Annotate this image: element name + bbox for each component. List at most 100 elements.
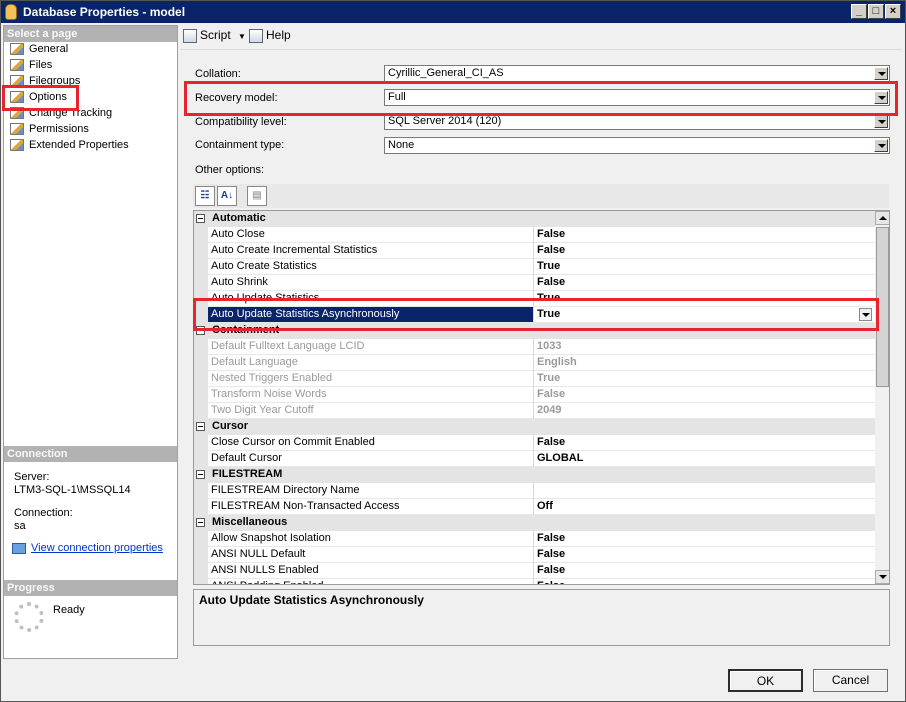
category-row[interactable]: Miscellaneous xyxy=(194,515,876,531)
property-row[interactable]: ANSI NULL Default False xyxy=(194,547,876,563)
view-connection-properties-link[interactable]: View connection properties xyxy=(12,542,163,554)
property-value[interactable] xyxy=(534,483,876,499)
collapse-icon[interactable] xyxy=(196,518,205,527)
property-value[interactable]: True xyxy=(534,259,876,275)
property-value[interactable]: False xyxy=(534,531,876,547)
page-item-files[interactable]: Files xyxy=(10,59,52,74)
progress-status: Ready xyxy=(53,604,85,616)
window-title: Database Properties - model xyxy=(23,5,186,19)
select-page-header: Select a page xyxy=(4,26,177,42)
property-value[interactable]: False xyxy=(534,275,876,291)
property-value[interactable]: False xyxy=(534,547,876,563)
property-description: Auto Update Statistics Asynchronously xyxy=(193,589,890,646)
other-options-label: Other options: xyxy=(195,164,265,176)
row-gutter xyxy=(194,403,208,419)
property-name: FILESTREAM Directory Name xyxy=(208,483,534,499)
compatibility-level-label: Compatibility level: xyxy=(195,116,287,128)
chevron-down-icon[interactable] xyxy=(874,139,888,152)
property-value-text: 1033 xyxy=(537,340,562,352)
category-label: Cursor xyxy=(212,420,249,432)
property-row[interactable]: FILESTREAM Non-Transacted Access Off xyxy=(194,499,876,515)
property-value[interactable]: False xyxy=(534,227,876,243)
collapse-icon[interactable] xyxy=(196,422,205,431)
property-name: FILESTREAM Non-Transacted Access xyxy=(208,499,534,515)
page-item-extended-properties[interactable]: Extended Properties xyxy=(10,139,129,154)
category-row[interactable]: Cursor xyxy=(194,419,876,435)
scroll-down-icon[interactable] xyxy=(875,570,889,584)
property-row[interactable]: Two Digit Year Cutoff 2049 xyxy=(194,403,876,419)
row-gutter xyxy=(194,275,208,291)
row-gutter xyxy=(194,355,208,371)
toolbar: Script ▼ Help xyxy=(181,25,901,47)
page-item-permissions[interactable]: Permissions xyxy=(10,123,89,138)
maximize-button[interactable]: □ xyxy=(868,4,884,19)
property-row[interactable]: Default Language English xyxy=(194,355,876,371)
property-value-text: False xyxy=(537,532,566,544)
property-row[interactable]: FILESTREAM Directory Name xyxy=(194,483,876,499)
containment-type-value: None xyxy=(388,139,415,151)
property-name: Auto Close xyxy=(208,227,534,243)
property-value[interactable]: False xyxy=(534,243,876,259)
property-row[interactable]: Default Fulltext Language LCID 1033 xyxy=(194,339,876,355)
property-row[interactable]: ANSI Padding EnabledFalse xyxy=(194,579,876,584)
row-gutter xyxy=(194,259,208,275)
property-row[interactable]: Auto Shrink False xyxy=(194,275,876,291)
categorized-view-icon[interactable]: ☷ xyxy=(195,186,215,206)
chevron-down-icon[interactable] xyxy=(874,67,888,80)
property-name: Default Fulltext Language LCID xyxy=(208,339,534,355)
view-connection-properties-label: View connection properties xyxy=(31,542,163,554)
minimize-button[interactable]: _ xyxy=(851,4,867,19)
property-name: Auto Create Incremental Statistics xyxy=(208,243,534,259)
property-value[interactable]: Off xyxy=(534,499,876,515)
property-value[interactable]: GLOBAL xyxy=(534,451,876,467)
collation-dropdown[interactable]: Cyrillic_General_CI_AS xyxy=(384,65,890,82)
scroll-up-icon[interactable] xyxy=(875,211,889,225)
property-value-text: False xyxy=(537,228,566,240)
property-value[interactable]: False xyxy=(534,579,876,584)
help-button[interactable]: Help xyxy=(249,28,291,43)
progress-spinner-icon xyxy=(14,602,44,632)
ok-button[interactable]: OK xyxy=(728,669,803,692)
cancel-button[interactable]: Cancel xyxy=(813,669,888,692)
property-grid: Automatic Auto Close False Auto Create Incr… xyxy=(193,210,890,585)
page-item-general[interactable]: General xyxy=(10,43,68,58)
chevron-down-icon[interactable]: ▼ xyxy=(238,32,246,41)
row-gutter xyxy=(194,387,208,403)
category-row[interactable]: Automatic xyxy=(194,211,876,227)
collapse-icon[interactable] xyxy=(196,470,205,479)
row-gutter xyxy=(194,531,208,547)
property-row[interactable]: Auto Create Incremental Statistics False xyxy=(194,243,876,259)
containment-type-label: Containment type: xyxy=(195,139,285,151)
property-value-text: GLOBAL xyxy=(537,452,584,464)
category-label: Automatic xyxy=(212,212,266,224)
property-row[interactable]: Auto Close False xyxy=(194,227,876,243)
grid-scrollbar[interactable] xyxy=(875,211,889,584)
property-row[interactable]: Default Cursor GLOBAL xyxy=(194,451,876,467)
left-panel: Select a page General Files Filegroups Opti… xyxy=(3,25,178,659)
property-value-text: English xyxy=(537,356,577,368)
containment-type-dropdown[interactable]: None xyxy=(384,137,890,154)
page-item-label: Permissions xyxy=(29,123,89,136)
close-button[interactable]: × xyxy=(885,4,901,19)
alphabetical-sort-icon[interactable]: A↓ xyxy=(217,186,237,206)
property-row[interactable]: Close Cursor on Commit Enabled False xyxy=(194,435,876,451)
collation-value: Cyrillic_General_CI_AS xyxy=(388,67,504,79)
property-row[interactable]: ANSI NULLS Enabled False xyxy=(194,563,876,579)
property-row[interactable]: Auto Create Statistics True xyxy=(194,259,876,275)
property-value-text: False xyxy=(537,564,566,576)
category-row[interactable]: FILESTREAM xyxy=(194,467,876,483)
property-pages-icon[interactable]: ▤ xyxy=(247,186,267,206)
property-row[interactable]: Allow Snapshot Isolation False xyxy=(194,531,876,547)
property-name: Default Cursor xyxy=(208,451,534,467)
page-item-label: Files xyxy=(29,59,53,72)
property-value[interactable]: False xyxy=(534,563,876,579)
property-value: 2049 xyxy=(534,403,876,419)
collapse-icon[interactable] xyxy=(196,214,205,223)
script-button[interactable]: Script ▼ xyxy=(183,28,246,43)
property-row[interactable]: Nested Triggers Enabled True xyxy=(194,371,876,387)
chevron-down-icon[interactable] xyxy=(874,115,888,128)
property-value-text: False xyxy=(537,580,565,584)
property-value[interactable]: False xyxy=(534,435,876,451)
property-value: 1033 xyxy=(534,339,876,355)
property-row[interactable]: Transform Noise Words False xyxy=(194,387,876,403)
